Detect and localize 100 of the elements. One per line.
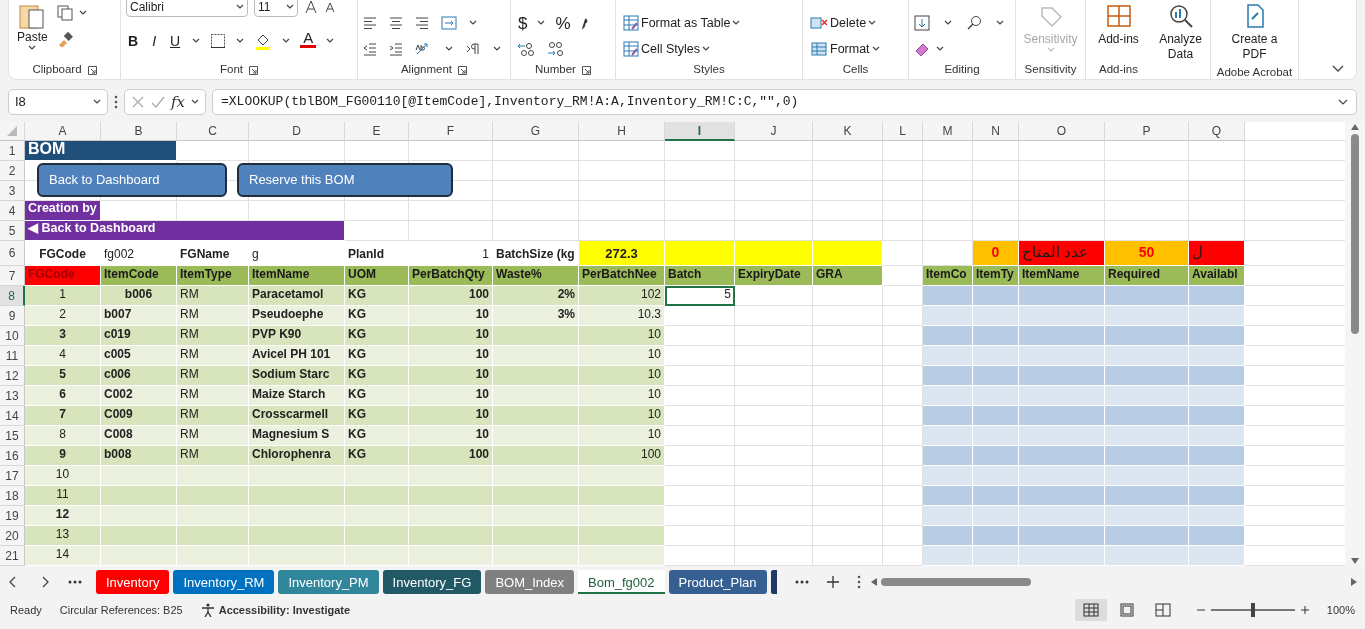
align-center-icon[interactable] <box>389 16 403 30</box>
column-header[interactable]: K <box>813 122 883 141</box>
row-header[interactable]: 7 <box>0 266 25 286</box>
row-header[interactable]: 13 <box>0 386 25 406</box>
ribbon-command[interactable]: Cell Styles <box>621 38 743 60</box>
view-button[interactable] <box>1074 599 1107 621</box>
font-color-button[interactable]: A <box>300 30 317 52</box>
borders-icon[interactable] <box>210 33 227 49</box>
zoom-slider-thumb[interactable] <box>1250 603 1255 617</box>
more-icon[interactable] <box>794 580 809 584</box>
italic-button[interactable]: I <box>150 30 158 52</box>
row-header[interactable]: 17 <box>0 466 25 486</box>
font-name-dropdown[interactable]: Calibri <box>126 0 248 17</box>
row-header[interactable]: 9 <box>0 306 25 326</box>
chevron-down-icon[interactable] <box>326 38 335 44</box>
expand-icon[interactable] <box>1338 99 1348 105</box>
chevron-down-icon[interactable] <box>236 38 245 44</box>
create-pdf-button[interactable]: Create a PDF <box>1216 2 1293 64</box>
row-header[interactable]: 10 <box>0 326 25 346</box>
chevron-down-icon[interactable] <box>191 99 199 105</box>
wrap-text-icon[interactable] <box>441 16 457 30</box>
scroll-right-icon[interactable] <box>1351 578 1357 586</box>
chevron-down-icon[interactable] <box>732 20 741 26</box>
chevron-down-icon[interactable] <box>445 46 453 52</box>
eraser-icon[interactable] <box>914 41 930 57</box>
row-header[interactable]: 11 <box>0 346 25 366</box>
sheet-tab[interactable]: Bom_fg002 <box>578 570 665 594</box>
indent-decrease-icon[interactable] <box>363 42 377 56</box>
search-icon[interactable] <box>966 15 982 31</box>
row-header[interactable]: 4 <box>0 201 25 221</box>
column-header[interactable]: B <box>101 122 177 141</box>
column-header[interactable]: C <box>177 122 249 141</box>
chevron-down-icon[interactable] <box>868 20 877 26</box>
ribbon-command[interactable]: Format <box>808 38 882 60</box>
chevron-down-icon[interactable] <box>192 38 201 44</box>
minus-icon[interactable] <box>1196 606 1205 614</box>
fill-down-icon[interactable] <box>914 15 930 31</box>
currency-button[interactable]: $ <box>516 12 530 34</box>
indent-increase-icon[interactable] <box>389 42 403 56</box>
row-header[interactable]: 15 <box>0 426 25 446</box>
column-header[interactable]: H <box>579 122 665 141</box>
add-ins-button[interactable]: Add-ins <box>1091 2 1146 49</box>
chevron-down-icon[interactable] <box>28 45 37 51</box>
collapse-ribbon-icon[interactable] <box>1332 65 1344 73</box>
shrink-font-icon[interactable] <box>324 1 336 13</box>
column-header[interactable]: P <box>1105 122 1189 141</box>
column-header[interactable]: J <box>735 122 813 141</box>
sheet-tab[interactable]: Inventory_PM <box>278 570 379 594</box>
align-right-icon[interactable] <box>415 16 429 30</box>
chevron-down-icon[interactable] <box>286 4 294 10</box>
column-header[interactable]: M <box>923 122 973 141</box>
chevron-down-icon[interactable] <box>936 46 944 52</box>
row-header[interactable]: 18 <box>0 486 25 506</box>
sheet-tab-edge[interactable] <box>770 570 777 594</box>
dialog-launcher-icon[interactable] <box>581 65 591 75</box>
column-header[interactable]: E <box>345 122 409 141</box>
row-header[interactable]: 6 <box>0 241 25 266</box>
chevron-down-icon[interactable] <box>702 46 711 52</box>
dialog-launcher-icon[interactable] <box>87 65 97 75</box>
chevron-down-icon[interactable] <box>236 4 244 10</box>
scrollbar-thumb[interactable] <box>1351 134 1359 334</box>
row-header[interactable]: 16 <box>0 446 25 466</box>
chevron-down-icon[interactable] <box>493 46 501 52</box>
row-header[interactable]: 20 <box>0 526 25 546</box>
comma-style-icon[interactable] <box>580 16 589 30</box>
fill-bucket-icon[interactable] <box>254 32 273 50</box>
chevron-down-icon[interactable] <box>469 20 477 26</box>
bold-button[interactable]: B <box>126 30 141 52</box>
plus-icon[interactable] <box>826 576 839 588</box>
name-box[interactable]: I8 <box>8 89 108 115</box>
column-header[interactable]: G <box>493 122 579 141</box>
ribbon-command[interactable]: Format as Table <box>621 12 743 34</box>
column-header[interactable]: O <box>1019 122 1105 141</box>
formula-field[interactable]: =XLOOKUP(tblBOM_FG00110[@ItemCode],Inventory_RM!A:A,Inventory_RM!C:C,"",0) <box>212 89 1357 115</box>
align-left-icon[interactable] <box>363 16 377 30</box>
row-header[interactable]: 5 <box>0 221 25 241</box>
chevron-left-icon[interactable] <box>8 576 18 588</box>
chevron-down-icon[interactable] <box>93 99 101 105</box>
scroll-up-icon[interactable] <box>1351 124 1359 130</box>
row-header[interactable]: 14 <box>0 406 25 426</box>
macro-button[interactable]: Back to Dashboard <box>37 163 227 197</box>
row-header[interactable]: 1 <box>0 141 25 161</box>
sheet-tab[interactable]: Inventory_RM <box>173 570 275 594</box>
row-header[interactable]: 12 <box>0 366 25 386</box>
scroll-down-icon[interactable] <box>1351 558 1359 564</box>
more-icon[interactable] <box>68 580 82 584</box>
underline-button[interactable]: U <box>168 30 183 52</box>
chevron-down-icon[interactable] <box>78 10 87 16</box>
sheet-tab[interactable]: Inventory <box>96 570 170 594</box>
more-vertical-icon[interactable] <box>856 575 861 589</box>
macro-button[interactable]: Reserve this BOM <box>237 163 453 197</box>
checkmark-icon[interactable] <box>151 95 165 109</box>
increase-decimal-icon[interactable] <box>516 41 536 57</box>
column-header[interactable]: A <box>25 122 101 141</box>
plus-icon[interactable] <box>1300 606 1309 614</box>
grow-font-icon[interactable] <box>304 0 318 14</box>
analyze-data-button[interactable]: Analyze Data <box>1156 2 1205 64</box>
column-header[interactable]: N <box>973 122 1019 141</box>
scrollbar-thumb[interactable] <box>880 578 1031 586</box>
column-header[interactable]: F <box>409 122 493 141</box>
